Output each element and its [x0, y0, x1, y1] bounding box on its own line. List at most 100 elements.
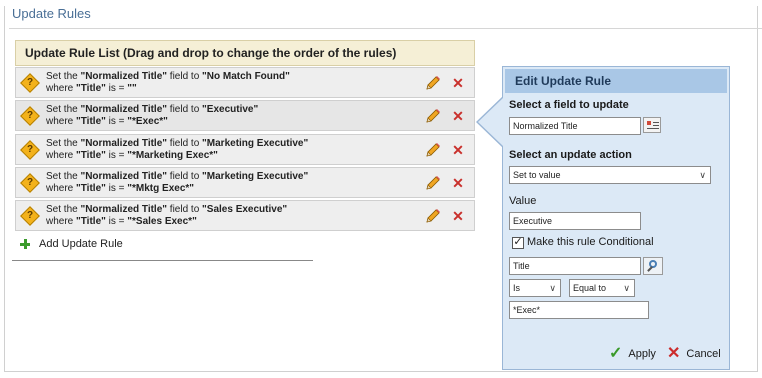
rule-line-2: where "Title" is = "" [46, 83, 137, 94]
rule-where-prefix: where [46, 150, 77, 161]
rule-where-op: is = [105, 150, 128, 161]
rule-where-field: "Title" [76, 183, 106, 194]
rule-where-value: "*Exec*" [127, 116, 168, 127]
title-divider [9, 28, 762, 29]
rule-row[interactable]: ? Set the "Normalized Title" field to "N… [15, 67, 475, 98]
cancel-label: Cancel [686, 348, 721, 360]
condition-operator-select[interactable]: Equal to ∨ [569, 279, 635, 297]
pencil-icon[interactable] [425, 142, 441, 158]
search-icon[interactable] [643, 257, 663, 275]
warning-icon: ? [20, 173, 40, 193]
rule-where-prefix: where [46, 216, 77, 227]
rule-text-middle: field to [167, 138, 203, 149]
pencil-icon[interactable] [425, 175, 441, 191]
warning-icon: ? [20, 206, 40, 226]
chevron-down-icon: ∨ [623, 283, 630, 293]
delete-icon[interactable]: ✕ [451, 108, 465, 124]
pencil-icon[interactable] [425, 108, 441, 124]
condition-field-input[interactable]: Title [509, 257, 641, 275]
add-update-rule-label: Add Update Rule [39, 238, 123, 250]
pencil-icon[interactable] [425, 208, 441, 224]
rule-text-prefix: Set the [46, 104, 81, 115]
warning-icon: ? [20, 106, 40, 126]
field-to-update-input[interactable]: Normalized Title [509, 117, 641, 135]
condition-value-input[interactable]: *Exec* [509, 301, 649, 319]
page-title: Update Rules [12, 6, 91, 21]
delete-icon[interactable]: ✕ [451, 208, 465, 224]
rule-line-2: where "Title" is = "*Marketing Exec*" [46, 150, 218, 161]
rule-where-prefix: where [46, 83, 77, 94]
select-field-label: Select a field to update [509, 99, 629, 111]
rule-where-value: "" [127, 83, 137, 94]
rule-line-2: where "Title" is = "*Sales Exec*" [46, 216, 197, 227]
rule-list-header: Update Rule List (Drag and drop to chang… [15, 40, 475, 66]
edit-pointer-inner [478, 98, 503, 146]
rule-new-value: "Marketing Executive" [202, 171, 309, 182]
rule-new-value: "Marketing Executive" [202, 138, 309, 149]
pencil-icon[interactable] [425, 75, 441, 91]
delete-icon[interactable]: ✕ [451, 75, 465, 91]
add-rule-divider [12, 260, 313, 261]
rule-line-1: Set the "Normalized Title" field to "Sal… [46, 204, 287, 215]
x-icon: ✕ [667, 345, 681, 362]
rule-line-2: where "Title" is = "*Mktg Exec*" [46, 183, 194, 194]
condition-is-select[interactable]: Is ∨ [509, 279, 561, 297]
plus-icon [20, 239, 30, 249]
select-action-label: Select an update action [509, 149, 632, 161]
delete-icon[interactable]: ✕ [451, 142, 465, 158]
rule-where-value: "*Sales Exec*" [127, 216, 197, 227]
chevron-down-icon: ∨ [549, 283, 556, 293]
rule-text-prefix: Set the [46, 204, 81, 215]
rule-field-name: "Normalized Title" [80, 71, 168, 82]
warning-icon: ? [20, 140, 40, 160]
rule-row[interactable]: ? Set the "Normalized Title" field to "E… [15, 100, 475, 131]
rule-line-1: Set the "Normalized Title" field to "Mar… [46, 171, 308, 182]
rule-where-op: is = [105, 216, 128, 227]
rule-where-field: "Title" [76, 216, 106, 227]
cancel-button[interactable]: ✕ Cancel [667, 346, 721, 362]
rule-line-1: Set the "Normalized Title" field to "No … [46, 71, 290, 82]
rule-where-op: is = [105, 183, 128, 194]
rule-where-prefix: where [46, 183, 77, 194]
rule-field-name: "Normalized Title" [80, 104, 168, 115]
rule-field-name: "Normalized Title" [80, 171, 168, 182]
update-action-select[interactable]: Set to value ∨ [509, 166, 711, 184]
check-icon: ✓ [609, 345, 623, 362]
rule-where-field: "Title" [76, 83, 106, 94]
rule-line-2: where "Title" is = "*Exec*" [46, 116, 168, 127]
rule-text-middle: field to [167, 71, 203, 82]
rule-where-field: "Title" [76, 116, 106, 127]
rule-field-name: "Normalized Title" [80, 138, 168, 149]
rule-row[interactable]: ? Set the "Normalized Title" field to "S… [15, 200, 475, 231]
conditional-checkbox[interactable]: ✓ [512, 237, 524, 249]
apply-button[interactable]: ✓ Apply [609, 346, 656, 362]
field-picker-icon[interactable] [643, 117, 661, 133]
rule-line-1: Set the "Normalized Title" field to "Exe… [46, 104, 258, 115]
rule-where-value: "*Marketing Exec*" [127, 150, 218, 161]
rule-field-name: "Normalized Title" [80, 204, 168, 215]
conditional-label: Make this rule Conditional [527, 236, 654, 248]
rule-new-value: "Executive" [202, 104, 259, 115]
rule-text-prefix: Set the [46, 138, 81, 149]
rule-text-prefix: Set the [46, 71, 81, 82]
chevron-down-icon: ∨ [699, 170, 706, 180]
rule-where-field: "Title" [76, 150, 106, 161]
update-action-value: Set to value [513, 170, 561, 180]
rule-new-value: "Sales Executive" [202, 204, 288, 215]
rule-row[interactable]: ? Set the "Normalized Title" field to "M… [15, 167, 475, 198]
value-input[interactable]: Executive [509, 212, 641, 230]
edit-update-rule-panel: Edit Update Rule Select a field to updat… [502, 66, 730, 370]
rule-where-op: is = [105, 83, 128, 94]
rule-text-prefix: Set the [46, 171, 81, 182]
rule-row[interactable]: ? Set the "Normalized Title" field to "M… [15, 134, 475, 165]
rule-text-middle: field to [167, 104, 203, 115]
rule-new-value: "No Match Found" [202, 71, 290, 82]
delete-icon[interactable]: ✕ [451, 175, 465, 191]
condition-is-value: Is [513, 283, 521, 293]
apply-label: Apply [628, 348, 656, 360]
rule-text-middle: field to [167, 171, 203, 182]
rule-where-prefix: where [46, 116, 77, 127]
rule-text-middle: field to [167, 204, 203, 215]
warning-icon: ? [20, 73, 40, 93]
add-update-rule-button[interactable]: Add Update Rule [20, 238, 123, 250]
